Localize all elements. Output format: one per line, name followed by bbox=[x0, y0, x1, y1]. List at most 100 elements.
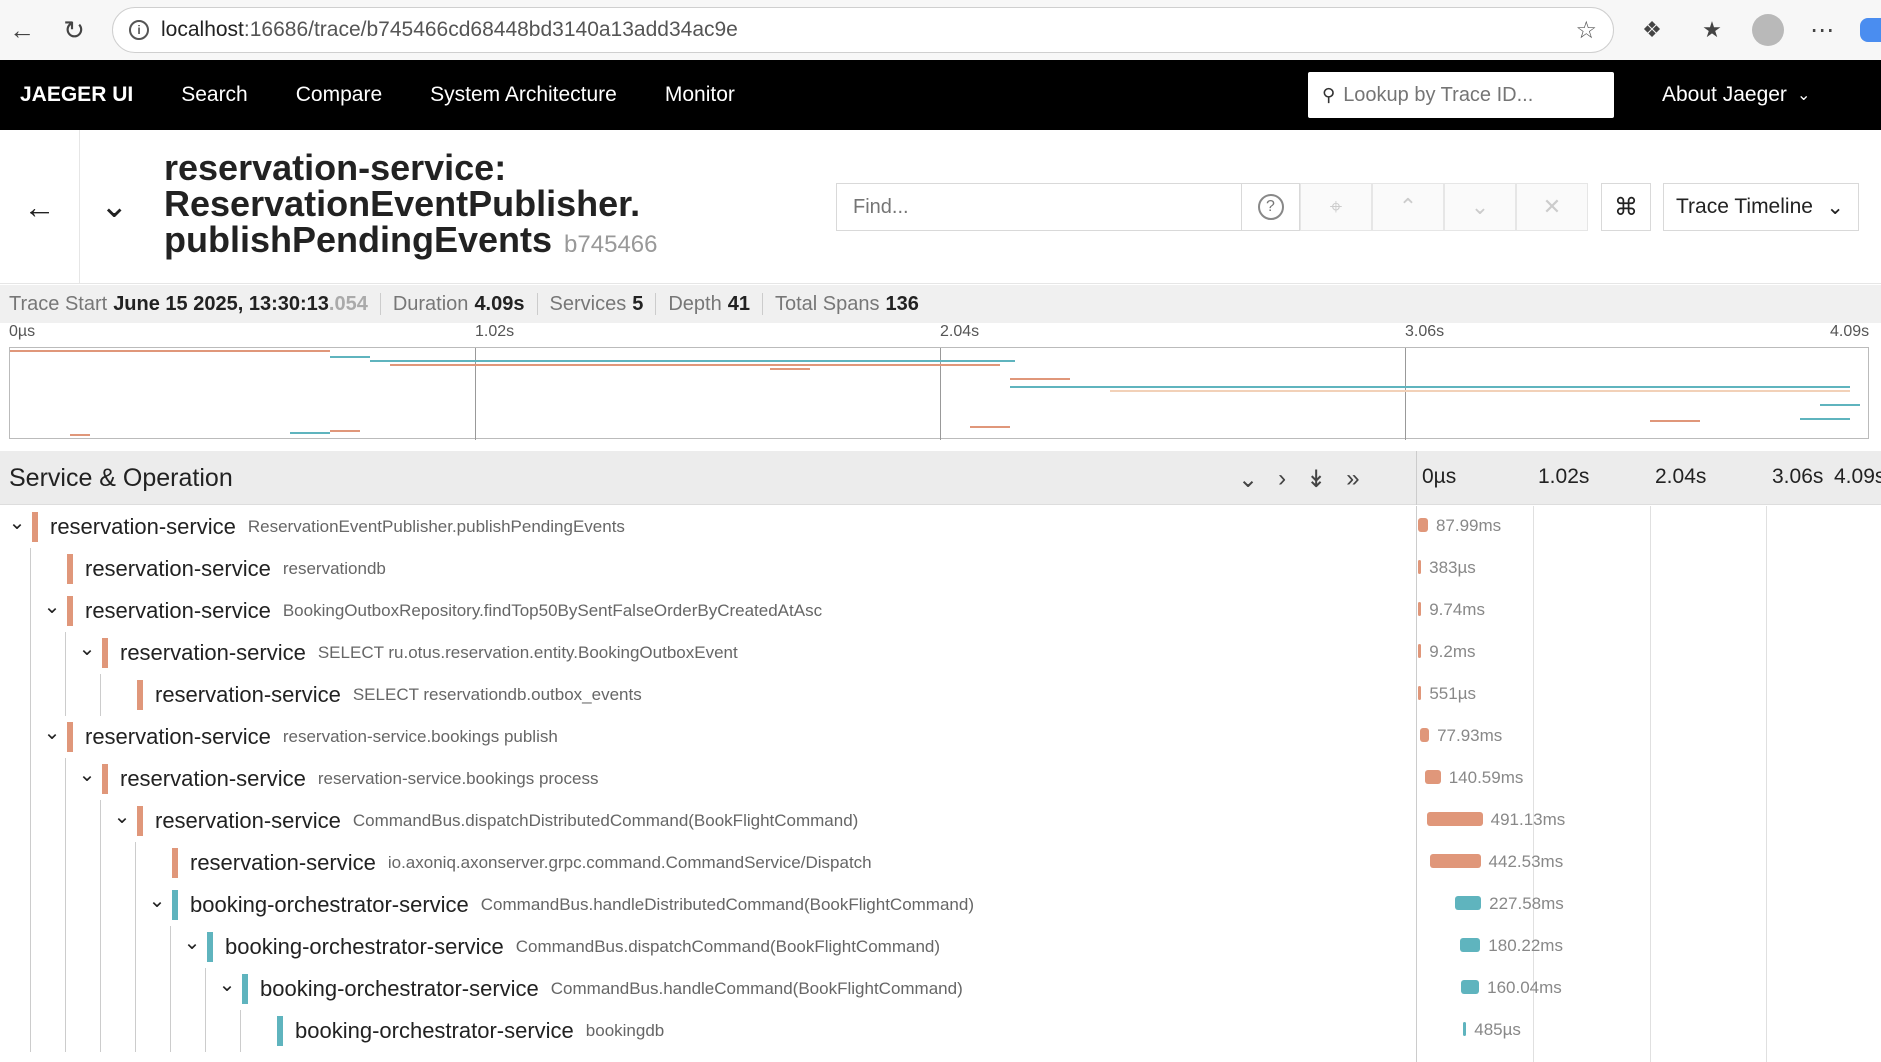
span-row[interactable]: ⌄ reservation-service reservation-service.… bbox=[0, 758, 1881, 800]
span-service-name[interactable]: reservation-service bbox=[120, 766, 306, 792]
locate-icon[interactable]: ⌖ bbox=[1300, 183, 1372, 231]
span-operation-name[interactable]: reservation-service.bookings publish bbox=[283, 727, 558, 747]
span-operation-name[interactable]: CommandBus.dispatchCommand(BookFlightCom… bbox=[516, 937, 940, 957]
address-bar[interactable]: i localhost:16686/trace/b745466cd68448bd… bbox=[112, 7, 1614, 53]
chevron-down-icon[interactable]: ⌄ bbox=[107, 804, 137, 829]
nav-item-monitor[interactable]: Monitor bbox=[665, 83, 735, 107]
span-timeline-bar[interactable] bbox=[1424, 770, 1441, 784]
span-timeline-bar[interactable] bbox=[1420, 728, 1430, 742]
span-row[interactable]: ⌄ booking-orchestrator-service CommandBus.… bbox=[0, 968, 1881, 1010]
span-timeline-bar[interactable] bbox=[1459, 938, 1481, 952]
nav-item-search[interactable]: Search bbox=[181, 83, 248, 107]
chevron-down-icon[interactable]: ⌄ bbox=[37, 594, 67, 619]
summary-label: Depth bbox=[668, 292, 722, 315]
nav-brand[interactable]: JAEGER UI bbox=[20, 83, 133, 107]
back-arrow-icon[interactable]: ← bbox=[2, 10, 42, 50]
span-timeline-bar[interactable] bbox=[1430, 854, 1481, 868]
minimap-canvas[interactable] bbox=[9, 347, 1869, 440]
keyboard-shortcuts-icon[interactable]: ⌘ bbox=[1601, 183, 1651, 231]
back-button[interactable]: ← bbox=[0, 130, 80, 284]
span-row[interactable]: booking-orchestrator-service bookingdb 485… bbox=[0, 1010, 1881, 1052]
span-service-name[interactable]: reservation-service bbox=[85, 556, 271, 582]
chevron-down-icon[interactable]: ⌄ bbox=[212, 972, 242, 997]
span-service-name[interactable]: reservation-service bbox=[85, 598, 271, 624]
back-arrow-icon: ← bbox=[23, 188, 56, 225]
star-icon[interactable]: ☆ bbox=[1575, 16, 1597, 45]
column-resizer[interactable] bbox=[1416, 451, 1417, 505]
profile-avatar[interactable] bbox=[1752, 14, 1784, 46]
chevron-down-icon[interactable]: ⌄ bbox=[72, 762, 102, 787]
reload-icon[interactable]: ↻ bbox=[54, 10, 94, 50]
span-timeline-bar[interactable] bbox=[1461, 980, 1480, 994]
favorites-icon[interactable]: ★ bbox=[1692, 10, 1732, 50]
trace-minimap[interactable]: 0µs 1.02s 2.04s 3.06s 4.09s bbox=[0, 323, 1881, 448]
collapse-all-icon[interactable]: ↡ bbox=[1306, 465, 1326, 494]
span-operation-name[interactable]: io.axoniq.axonserver.grpc.command.Comman… bbox=[388, 853, 872, 873]
span-operation-name[interactable]: ReservationEventPublisher.publishPending… bbox=[248, 517, 625, 537]
span-timeline-bar[interactable] bbox=[1418, 518, 1428, 532]
span-service-name[interactable]: reservation-service bbox=[155, 808, 341, 834]
span-operation-name[interactable]: SELECT ru.otus.reservation.entity.Bookin… bbox=[318, 643, 738, 663]
span-service-name[interactable]: booking-orchestrator-service bbox=[225, 934, 504, 960]
trace-lookup-input[interactable] bbox=[1343, 83, 1594, 107]
span-row[interactable]: reservation-service SELECT reservationdb.… bbox=[0, 674, 1881, 716]
span-service-name[interactable]: booking-orchestrator-service bbox=[190, 892, 469, 918]
span-duration-label: 9.74ms bbox=[1429, 600, 1485, 619]
span-operation-name[interactable]: CommandBus.dispatchDistributedCommand(Bo… bbox=[353, 811, 858, 831]
span-row[interactable]: ⌄ reservation-service ReservationEventPubl… bbox=[0, 506, 1881, 548]
collapse-header-icon[interactable]: ⌄ bbox=[100, 186, 129, 226]
more-icon[interactable]: ⋯ bbox=[1802, 10, 1842, 50]
view-mode-select[interactable]: Trace Timeline ⌄ bbox=[1663, 183, 1859, 231]
span-row[interactable]: ⌄ reservation-service reservation-service.… bbox=[0, 716, 1881, 758]
prev-match-icon[interactable]: ⌃ bbox=[1372, 183, 1444, 231]
span-service-name[interactable]: reservation-service bbox=[50, 514, 236, 540]
span-row[interactable]: reservation-service io.axoniq.axonserver.… bbox=[0, 842, 1881, 884]
span-row[interactable]: ⌄ booking-orchestrator-service CommandBus.… bbox=[0, 926, 1881, 968]
about-menu[interactable]: About Jaeger ⌄ bbox=[1662, 60, 1810, 130]
nav-item-system-architecture[interactable]: System Architecture bbox=[430, 83, 617, 107]
span-timeline-bar[interactable] bbox=[1418, 560, 1422, 574]
chevron-down-icon[interactable]: ⌄ bbox=[177, 930, 207, 955]
span-timeline-bar[interactable] bbox=[1455, 896, 1482, 910]
clear-search-icon[interactable]: ✕ bbox=[1516, 183, 1588, 231]
span-operation-name[interactable]: SELECT reservationdb.outbox_events bbox=[353, 685, 642, 705]
span-operation-name[interactable]: BookingOutboxRepository.findTop50BySentF… bbox=[283, 601, 822, 621]
span-timeline-bar[interactable] bbox=[1418, 686, 1422, 700]
chevron-down-icon[interactable]: ⌄ bbox=[37, 720, 67, 745]
span-timeline-bar[interactable] bbox=[1427, 812, 1483, 826]
chevron-down-icon[interactable]: ⌄ bbox=[72, 636, 102, 661]
span-duration-label: 442.53ms bbox=[1488, 852, 1564, 871]
span-service-name[interactable]: booking-orchestrator-service bbox=[295, 1018, 574, 1044]
span-operation-name[interactable]: CommandBus.handleCommand(BookFlightComma… bbox=[551, 979, 963, 999]
span-operation-name[interactable]: reservationdb bbox=[283, 559, 386, 579]
span-row[interactable]: ⌄ reservation-service CommandBus.dispatchD… bbox=[0, 800, 1881, 842]
nav-item-compare[interactable]: Compare bbox=[296, 83, 382, 107]
site-info-icon[interactable]: i bbox=[129, 20, 149, 40]
span-row[interactable]: reservation-service reservationdb 383µs bbox=[0, 548, 1881, 590]
span-timeline-bar[interactable] bbox=[1463, 1022, 1467, 1036]
extensions-icon[interactable]: ❖ bbox=[1632, 10, 1672, 50]
collapse-one-icon[interactable]: ⌄ bbox=[1238, 465, 1258, 494]
find-input[interactable] bbox=[837, 184, 1241, 230]
span-service-name[interactable]: reservation-service bbox=[85, 724, 271, 750]
span-operation-name[interactable]: bookingdb bbox=[586, 1021, 664, 1041]
tree-controls: ⌄ › ↡ » bbox=[1238, 465, 1360, 494]
span-service-name[interactable]: reservation-service bbox=[155, 682, 341, 708]
span-operation-name[interactable]: reservation-service.bookings process bbox=[318, 769, 599, 789]
span-row[interactable]: ⌄ booking-orchestrator-service CommandBus.… bbox=[0, 884, 1881, 926]
expand-one-icon[interactable]: › bbox=[1278, 465, 1286, 494]
expand-all-icon[interactable]: » bbox=[1346, 465, 1359, 494]
span-timeline-bar[interactable] bbox=[1418, 644, 1422, 658]
span-service-name[interactable]: reservation-service bbox=[190, 850, 376, 876]
next-match-icon[interactable]: ⌄ bbox=[1444, 183, 1516, 231]
chevron-down-icon[interactable]: ⌄ bbox=[2, 510, 32, 535]
span-service-name[interactable]: reservation-service bbox=[120, 640, 306, 666]
chevron-down-icon[interactable]: ⌄ bbox=[142, 888, 172, 913]
copilot-icon[interactable] bbox=[1860, 18, 1881, 42]
span-row[interactable]: ⌄ reservation-service SELECT ru.otus.reser… bbox=[0, 632, 1881, 674]
span-operation-name[interactable]: CommandBus.handleDistributedCommand(Book… bbox=[481, 895, 974, 915]
span-timeline-bar[interactable] bbox=[1418, 602, 1422, 616]
span-service-name[interactable]: booking-orchestrator-service bbox=[260, 976, 539, 1002]
help-icon[interactable]: ? bbox=[1241, 184, 1299, 230]
span-row[interactable]: ⌄ reservation-service BookingOutboxReposit… bbox=[0, 590, 1881, 632]
